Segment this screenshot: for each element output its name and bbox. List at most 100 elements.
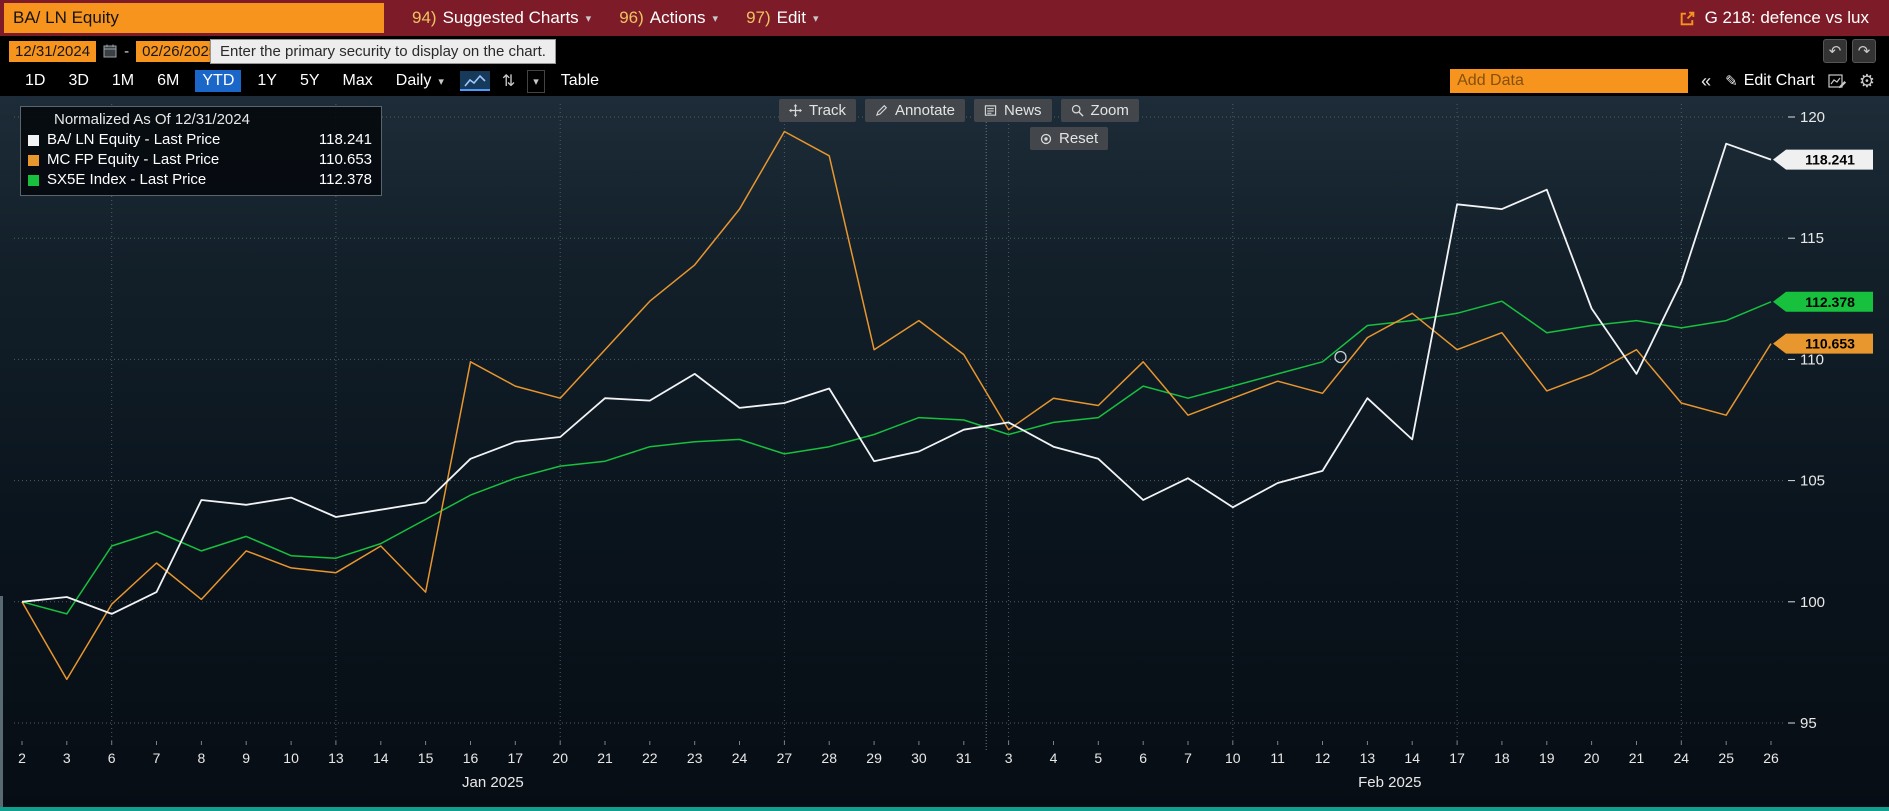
x-axis-label: 29 xyxy=(866,750,882,766)
news-label: News xyxy=(1004,102,1042,119)
period-button-1m[interactable]: 1M xyxy=(105,70,141,92)
x-axis-label: 17 xyxy=(508,750,524,766)
x-axis-label: 2 xyxy=(18,750,26,766)
zoom-icon xyxy=(1071,104,1084,117)
period-button-1d[interactable]: 1D xyxy=(18,70,52,92)
x-axis-label: 17 xyxy=(1449,750,1465,766)
x-axis-label: 7 xyxy=(1184,750,1192,766)
reset-button[interactable]: Reset xyxy=(1030,127,1109,150)
x-axis-label: 3 xyxy=(1005,750,1013,766)
annotate-icon xyxy=(875,104,888,117)
add-data-input[interactable]: Add Data xyxy=(1450,69,1689,93)
x-axis-label: 24 xyxy=(732,750,748,766)
frequency-dropdown[interactable]: Daily ▾ xyxy=(396,72,444,90)
x-axis-label: 8 xyxy=(198,750,206,766)
chevron-down-icon: ▾ xyxy=(438,75,444,88)
collapse-panel-icon[interactable]: « xyxy=(1701,71,1711,92)
period-button-ytd[interactable]: YTD xyxy=(195,70,242,92)
security-input[interactable]: BA/ LN Equity xyxy=(4,3,384,33)
y-axis-label: 110 xyxy=(1800,351,1824,368)
compare-sort-icon[interactable]: ⇅ xyxy=(502,71,515,91)
top-menu-bar: BA/ LN Equity 94) Suggested Charts ▾ 96)… xyxy=(0,0,1889,36)
legend-item[interactable]: SX5E Index - Last Price 112.378 xyxy=(28,170,372,190)
annotate-button[interactable]: Annotate xyxy=(864,99,966,122)
line-chart-type-button[interactable] xyxy=(459,71,490,91)
price-chart-svg: 951001051101151202 3 6 7 8 9 10 13 14 15 16 17 20 21 2… xyxy=(14,104,1873,791)
legend-value: 112.378 xyxy=(318,171,372,188)
month-label: Feb 2025 xyxy=(1358,774,1421,791)
chevron-down-icon: ▾ xyxy=(712,12,719,25)
legend-item[interactable]: MC FP Equity - Last Price 110.653 xyxy=(28,150,372,170)
menu-suggested-charts[interactable]: 94) Suggested Charts ▾ xyxy=(412,8,591,28)
x-axis-label: 12 xyxy=(1315,750,1331,766)
reset-label: Reset xyxy=(1059,130,1099,147)
chart-area[interactable]: 95 100 105 110 115 120 2 3 6 7 8 9 10 13 14 15 16 17 20 21 2… xyxy=(0,96,1889,811)
news-icon xyxy=(984,105,997,116)
chart-type-dropdown[interactable]: ▾ xyxy=(527,69,545,93)
period-button-max[interactable]: Max xyxy=(336,70,380,92)
edit-chart-button[interactable]: ✎ Edit Chart xyxy=(1725,72,1815,90)
x-axis-label: 24 xyxy=(1674,750,1690,766)
legend-value: 110.653 xyxy=(318,151,372,168)
track-marker[interactable] xyxy=(1334,350,1347,364)
external-link-icon[interactable] xyxy=(1679,10,1696,27)
bloomberg-chart-window: BA/ LN Equity 94) Suggested Charts ▾ 96)… xyxy=(0,0,1889,811)
menu-actions[interactable]: 96) Actions ▾ xyxy=(619,8,718,28)
legend-value: 118.241 xyxy=(318,131,372,148)
period-button-1y[interactable]: 1Y xyxy=(250,70,284,92)
frequency-label: Daily xyxy=(395,72,432,89)
undo-button[interactable]: ↶ xyxy=(1823,39,1847,63)
news-button[interactable]: News xyxy=(974,99,1052,122)
bottom-window-border xyxy=(0,807,1889,811)
x-axis-label: 11 xyxy=(1270,750,1285,766)
x-axis-label: 27 xyxy=(777,750,793,766)
chart-legend: Normalized As Of 12/31/2024 BA/ LN Equity… xyxy=(20,106,382,196)
x-axis-label: 14 xyxy=(1404,750,1420,766)
menu-label: Suggested Charts xyxy=(442,8,579,27)
x-axis-label: 23 xyxy=(687,750,703,766)
menu-number: 96) xyxy=(619,8,644,27)
price-axis-tag-value: 110.653 xyxy=(1805,336,1855,352)
zoom-label: Zoom xyxy=(1090,102,1129,119)
x-axis-label: 14 xyxy=(373,750,389,766)
period-button-5y[interactable]: 5Y xyxy=(293,70,327,92)
legend-color-chip xyxy=(28,154,39,166)
x-axis-label: 5 xyxy=(1094,750,1102,766)
y-axis-label: 105 xyxy=(1800,473,1825,490)
legend-label: BA/ LN Equity - Last Price xyxy=(47,131,221,148)
track-icon xyxy=(789,104,802,117)
period-button-6m[interactable]: 6M xyxy=(150,70,186,92)
price-axis-tag-value: 118.241 xyxy=(1805,152,1855,168)
history-buttons: ↶ ↷ xyxy=(1823,39,1881,63)
x-axis-label: 31 xyxy=(956,750,972,766)
period-button-3d[interactable]: 3D xyxy=(61,70,95,92)
table-button[interactable]: Table xyxy=(561,72,599,90)
x-axis-label: 9 xyxy=(242,750,250,766)
x-axis-label: 30 xyxy=(911,750,927,766)
y-axis-label: 95 xyxy=(1800,715,1817,732)
x-axis-label: 19 xyxy=(1539,750,1555,766)
annotate-label: Annotate xyxy=(894,102,956,119)
menu-number: 94) xyxy=(412,8,437,27)
x-axis-label: 13 xyxy=(1360,750,1376,766)
redo-button[interactable]: ↷ xyxy=(1852,39,1876,63)
pencil-icon: ✎ xyxy=(1725,73,1738,90)
legend-color-chip xyxy=(28,174,39,186)
gear-icon[interactable]: ⚙ xyxy=(1859,71,1875,92)
calendar-icon[interactable] xyxy=(102,43,118,59)
series-line-mc-fp-equity[interactable] xyxy=(21,130,1772,681)
track-button[interactable]: Track xyxy=(779,99,856,122)
legend-item[interactable]: BA/ LN Equity - Last Price 118.241 xyxy=(28,130,372,150)
chart-settings-icon[interactable] xyxy=(1828,73,1847,89)
zoom-button[interactable]: Zoom xyxy=(1060,99,1139,122)
x-axis-label: 6 xyxy=(1139,750,1147,766)
menu-number: 97) xyxy=(746,8,771,27)
chevron-down-icon: ▾ xyxy=(585,12,592,25)
menu-edit[interactable]: 97) Edit ▾ xyxy=(746,8,818,28)
y-axis-label: 100 xyxy=(1800,594,1825,611)
series-line-ba-ln-equity[interactable] xyxy=(21,142,1772,615)
start-date-input[interactable]: 12/31/2024 xyxy=(9,40,97,62)
series-line-sx5e-index[interactable] xyxy=(21,300,1772,615)
line-chart-icon xyxy=(464,74,486,87)
x-axis-label: 4 xyxy=(1050,750,1058,766)
